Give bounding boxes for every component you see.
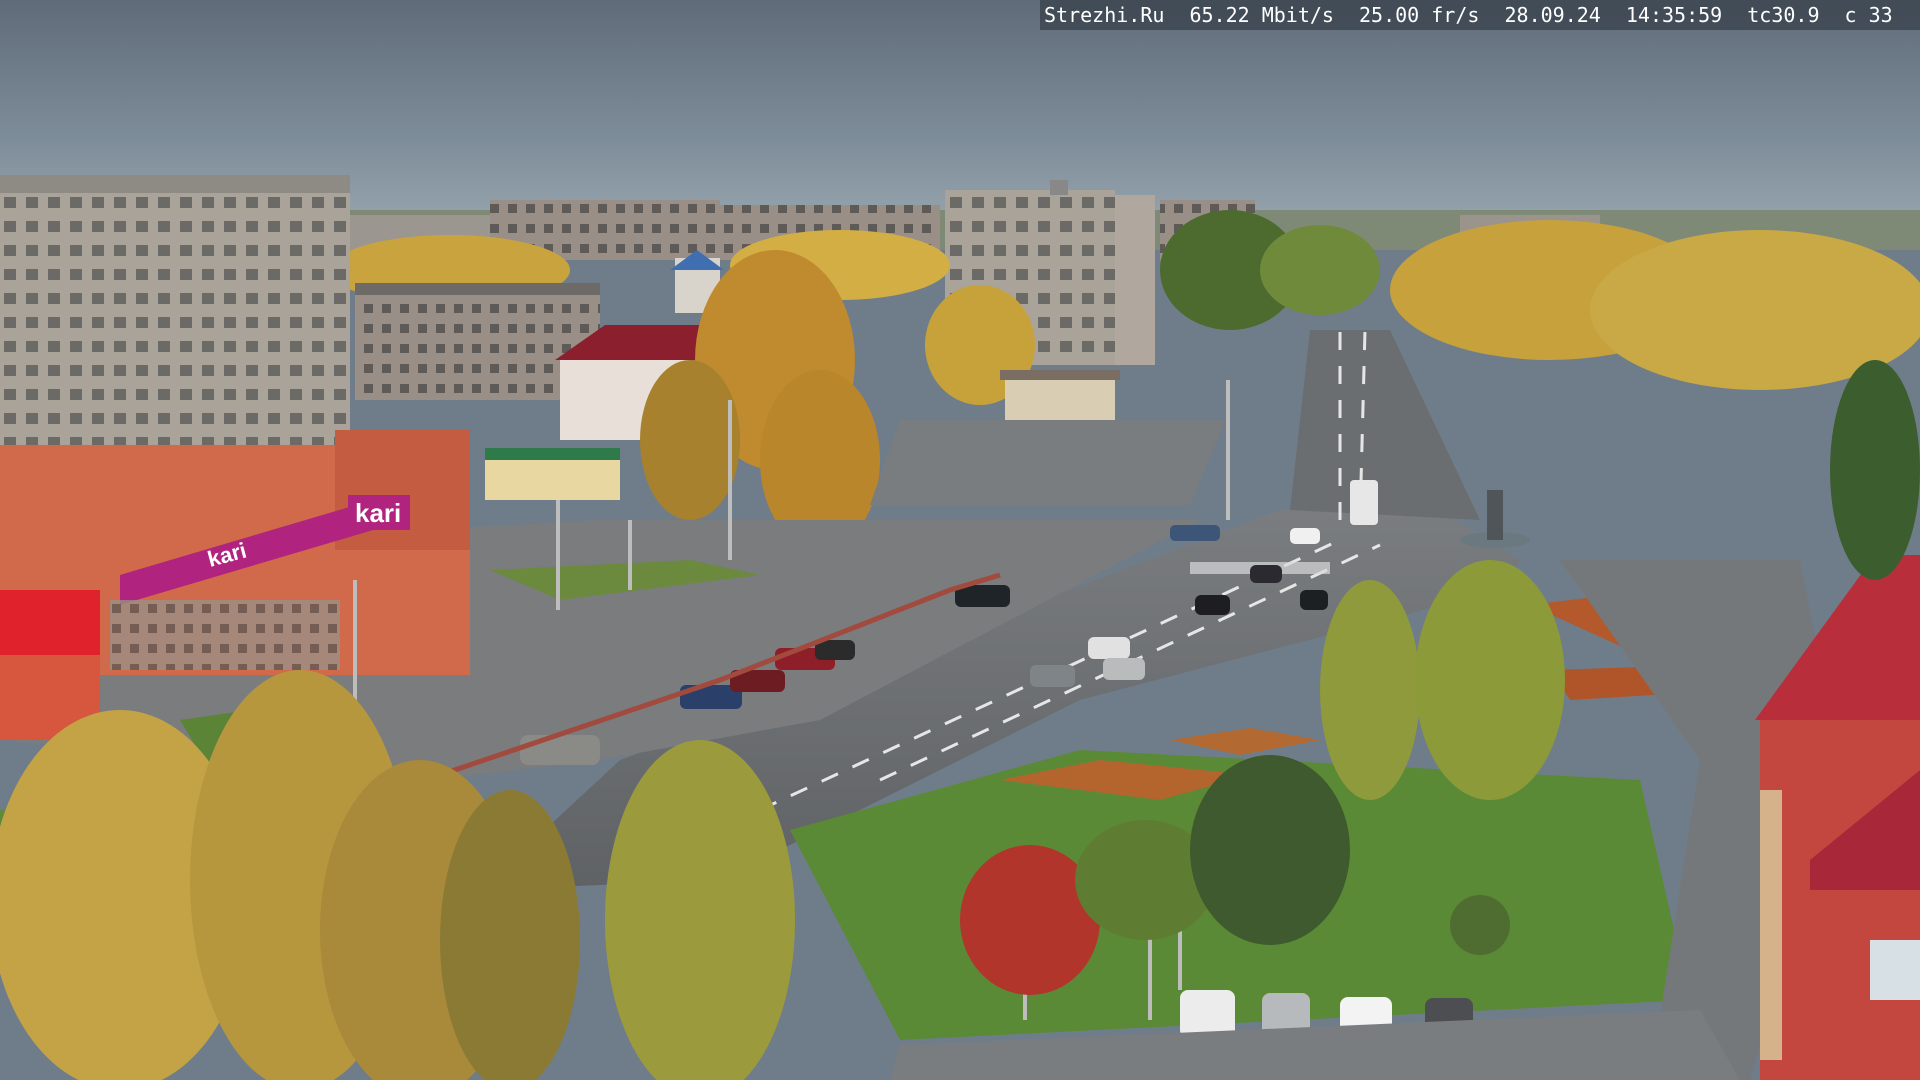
osd-tc: tc30.9 [1747,3,1820,27]
osd-date: 28.09.24 [1504,3,1601,27]
upper-square [870,420,1225,505]
webcam-frame: kari kari Strezhi.Ru 65.22 Mbit/s 25.00 … [0,0,1920,1080]
kari-roof-sign: kari [355,498,401,528]
osd-site: Strezhi.Ru [1044,3,1165,27]
camera-osd-overlay: Strezhi.Ru 65.22 Mbit/s 25.00 fr/s 28.09… [1040,0,1920,30]
osd-c: c 33 [1844,3,1893,27]
flower-bed-2 [1170,728,1320,755]
osd-bitrate: 65.22 Mbit/s [1189,3,1334,27]
city-scene: kari kari [0,0,1920,1080]
osd-time: 14:35:59 [1625,3,1723,27]
pavilion [1005,375,1115,420]
avenue [1290,330,1480,520]
osd-framerate: 25.00 fr/s [1359,3,1480,27]
